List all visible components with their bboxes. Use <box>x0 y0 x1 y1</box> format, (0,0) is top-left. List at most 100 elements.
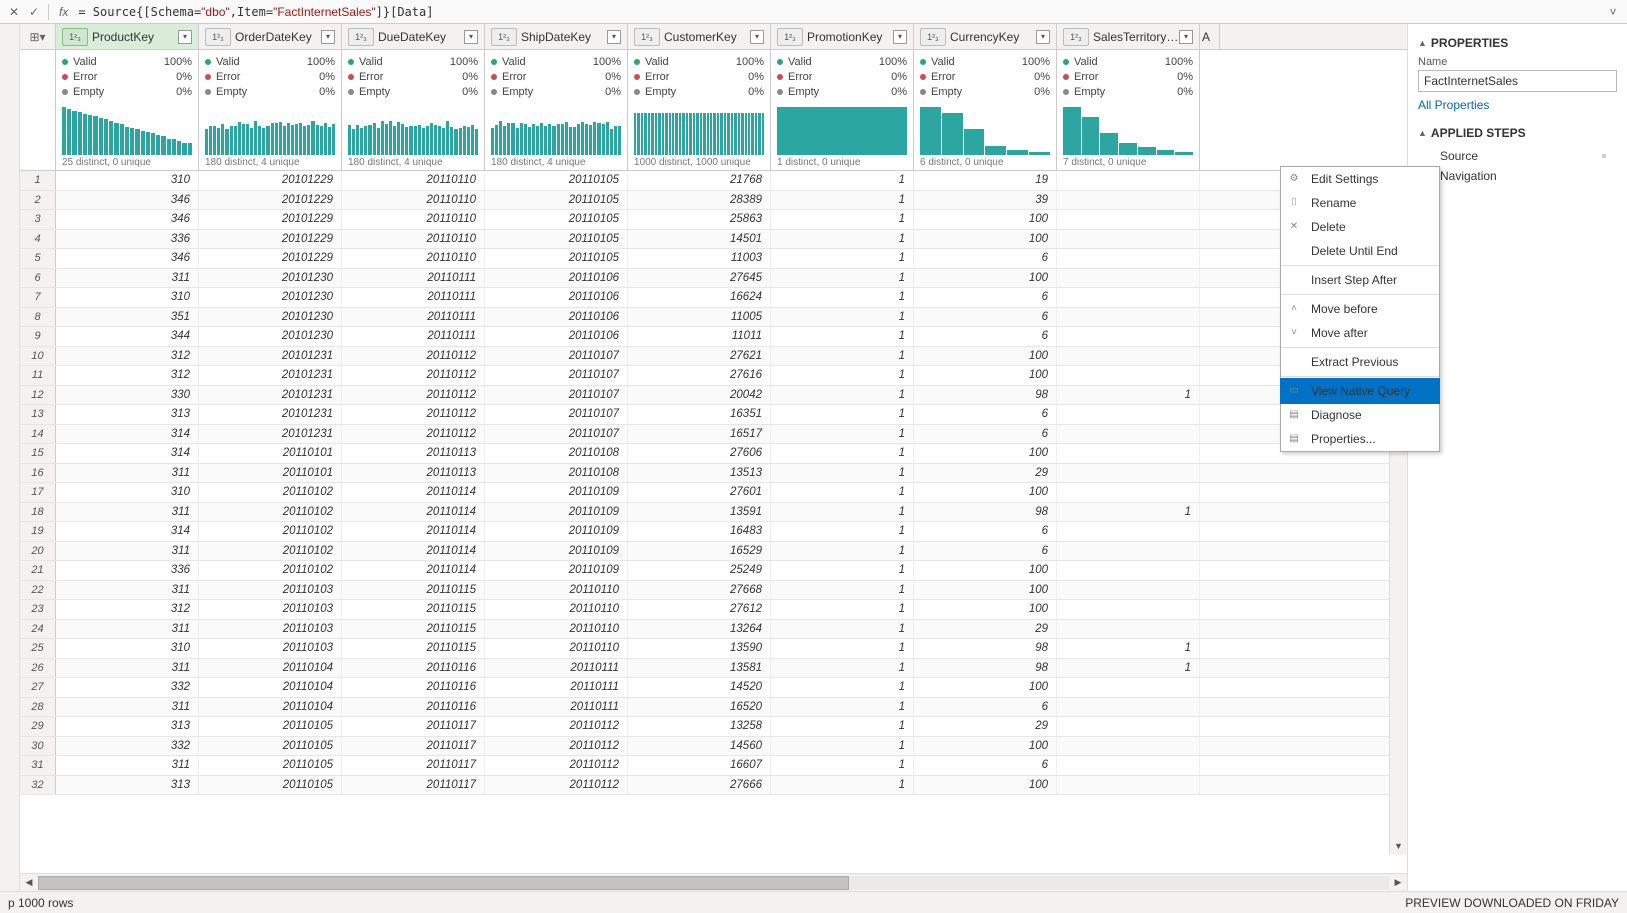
cell[interactable]: 20110102 <box>199 561 342 580</box>
cell[interactable]: 20110114 <box>342 561 485 580</box>
scroll-down-icon[interactable]: ▼ <box>1392 839 1406 853</box>
cell[interactable]: 20110109 <box>485 561 628 580</box>
cell[interactable]: 311 <box>56 659 199 678</box>
cell[interactable]: 20110109 <box>485 483 628 502</box>
cell[interactable]: 20110117 <box>342 737 485 756</box>
cell[interactable]: 20110101 <box>199 464 342 483</box>
filter-dropdown-icon[interactable]: ▾ <box>750 30 764 44</box>
cell[interactable]: 13581 <box>628 659 771 678</box>
cell[interactable]: 20110111 <box>342 288 485 307</box>
table-row[interactable]: 234620101229201101102011010528389139 <box>20 191 1407 211</box>
cell[interactable]: 20110102 <box>199 503 342 522</box>
cell[interactable]: 100 <box>914 776 1057 795</box>
datatype-icon[interactable]: 1²₃ <box>920 28 946 46</box>
commit-icon[interactable]: ✓ <box>24 2 44 22</box>
cell[interactable]: 20110115 <box>342 581 485 600</box>
cell[interactable]: 98 <box>914 503 1057 522</box>
cell[interactable]: 100 <box>914 210 1057 229</box>
table-row[interactable]: 53462010122920110110201101051100316 <box>20 249 1407 269</box>
cell[interactable]: 14501 <box>628 230 771 249</box>
cell[interactable]: 6 <box>914 425 1057 444</box>
cell[interactable]: 13258 <box>628 717 771 736</box>
applied-steps-header[interactable]: ▲APPLIED STEPS <box>1418 126 1617 140</box>
cell[interactable]: 27645 <box>628 269 771 288</box>
cell[interactable]: 14560 <box>628 737 771 756</box>
cell[interactable]: 1 <box>771 600 914 619</box>
table-row[interactable]: 93442010123020110111201101061101116 <box>20 327 1407 347</box>
cell[interactable]: 20101230 <box>199 308 342 327</box>
cell[interactable]: 20101231 <box>199 366 342 385</box>
cell[interactable]: 20110104 <box>199 659 342 678</box>
cell[interactable]: 20110110 <box>485 620 628 639</box>
cell[interactable]: 310 <box>56 288 199 307</box>
cell[interactable]: 20110115 <box>342 620 485 639</box>
cell[interactable]: 346 <box>56 249 199 268</box>
table-row[interactable]: 30332201101052011011720110112145601100 <box>20 737 1407 757</box>
context-menu-item[interactable]: Delete Until End <box>1281 239 1439 263</box>
table-row[interactable]: 22311201101032011011520110110276681100 <box>20 581 1407 601</box>
cell[interactable]: 332 <box>56 737 199 756</box>
cell[interactable]: 27621 <box>628 347 771 366</box>
scroll-left-icon[interactable]: ◀ <box>22 876 36 890</box>
cell[interactable]: 16624 <box>628 288 771 307</box>
cell[interactable]: 311 <box>56 756 199 775</box>
cell[interactable]: 20110107 <box>485 366 628 385</box>
cell[interactable]: 312 <box>56 366 199 385</box>
cell[interactable]: 313 <box>56 717 199 736</box>
cell[interactable]: 1 <box>771 542 914 561</box>
cell[interactable]: 311 <box>56 503 199 522</box>
cell[interactable] <box>1057 191 1200 210</box>
cell[interactable]: 20101229 <box>199 191 342 210</box>
cell[interactable] <box>1057 269 1200 288</box>
filter-dropdown-icon[interactable]: ▾ <box>178 30 192 44</box>
cell[interactable]: 20110102 <box>199 522 342 541</box>
cell[interactable]: 6 <box>914 249 1057 268</box>
cell[interactable]: 20110101 <box>199 444 342 463</box>
cell[interactable]: 100 <box>914 561 1057 580</box>
cell[interactable]: 20110109 <box>485 542 628 561</box>
context-menu-item[interactable]: Insert Step After <box>1281 268 1439 292</box>
cell[interactable]: 1 <box>771 386 914 405</box>
cell[interactable]: 6 <box>914 522 1057 541</box>
cell[interactable]: 20110117 <box>342 776 485 795</box>
cell[interactable]: 1 <box>771 581 914 600</box>
cell[interactable]: 20110102 <box>199 542 342 561</box>
cell[interactable] <box>1057 249 1200 268</box>
cell[interactable]: 20110107 <box>485 425 628 444</box>
cell[interactable]: 25249 <box>628 561 771 580</box>
cell[interactable]: 20101229 <box>199 249 342 268</box>
cell[interactable]: 20110112 <box>485 776 628 795</box>
cell[interactable]: 20110115 <box>342 639 485 658</box>
cell[interactable]: 13264 <box>628 620 771 639</box>
cell[interactable] <box>1057 230 1200 249</box>
cell[interactable]: 20101231 <box>199 425 342 444</box>
cell[interactable] <box>1057 756 1200 775</box>
cell[interactable]: 1 <box>1057 659 1200 678</box>
cell[interactable]: 16483 <box>628 522 771 541</box>
cell[interactable] <box>1057 308 1200 327</box>
table-row[interactable]: 26311201101042011011620110111135811981 <box>20 659 1407 679</box>
cell[interactable]: 29 <box>914 717 1057 736</box>
cell[interactable] <box>1057 561 1200 580</box>
datatype-icon[interactable]: 1²₃ <box>62 28 88 46</box>
column-header-PromotionKey[interactable]: 1²₃ PromotionKey ▾ <box>771 24 914 49</box>
cell[interactable]: 1 <box>771 347 914 366</box>
cell[interactable]: 100 <box>914 230 1057 249</box>
table-row[interactable]: 2431120110103201101152011011013264129 <box>20 620 1407 640</box>
table-row[interactable]: 27332201101042011011620110111145201100 <box>20 678 1407 698</box>
cell[interactable]: 1 <box>771 464 914 483</box>
cell[interactable]: 6 <box>914 288 1057 307</box>
cell[interactable]: 20110112 <box>485 756 628 775</box>
cell[interactable]: 27601 <box>628 483 771 502</box>
cell[interactable] <box>1057 542 1200 561</box>
datatype-icon[interactable]: 1²₃ <box>1063 28 1089 46</box>
column-header-CustomerKey[interactable]: 1²₃ CustomerKey ▾ <box>628 24 771 49</box>
cell[interactable]: 20110116 <box>342 659 485 678</box>
table-row[interactable]: 83512010123020110111201101061100516 <box>20 308 1407 328</box>
table-row[interactable]: 12330201012312011011220110107200421981 <box>20 386 1407 406</box>
cell[interactable]: 13513 <box>628 464 771 483</box>
cell[interactable]: 20110103 <box>199 639 342 658</box>
cell[interactable]: 20101229 <box>199 230 342 249</box>
column-header-ShipDateKey[interactable]: 1²₃ ShipDateKey ▾ <box>485 24 628 49</box>
cell[interactable]: 13591 <box>628 503 771 522</box>
